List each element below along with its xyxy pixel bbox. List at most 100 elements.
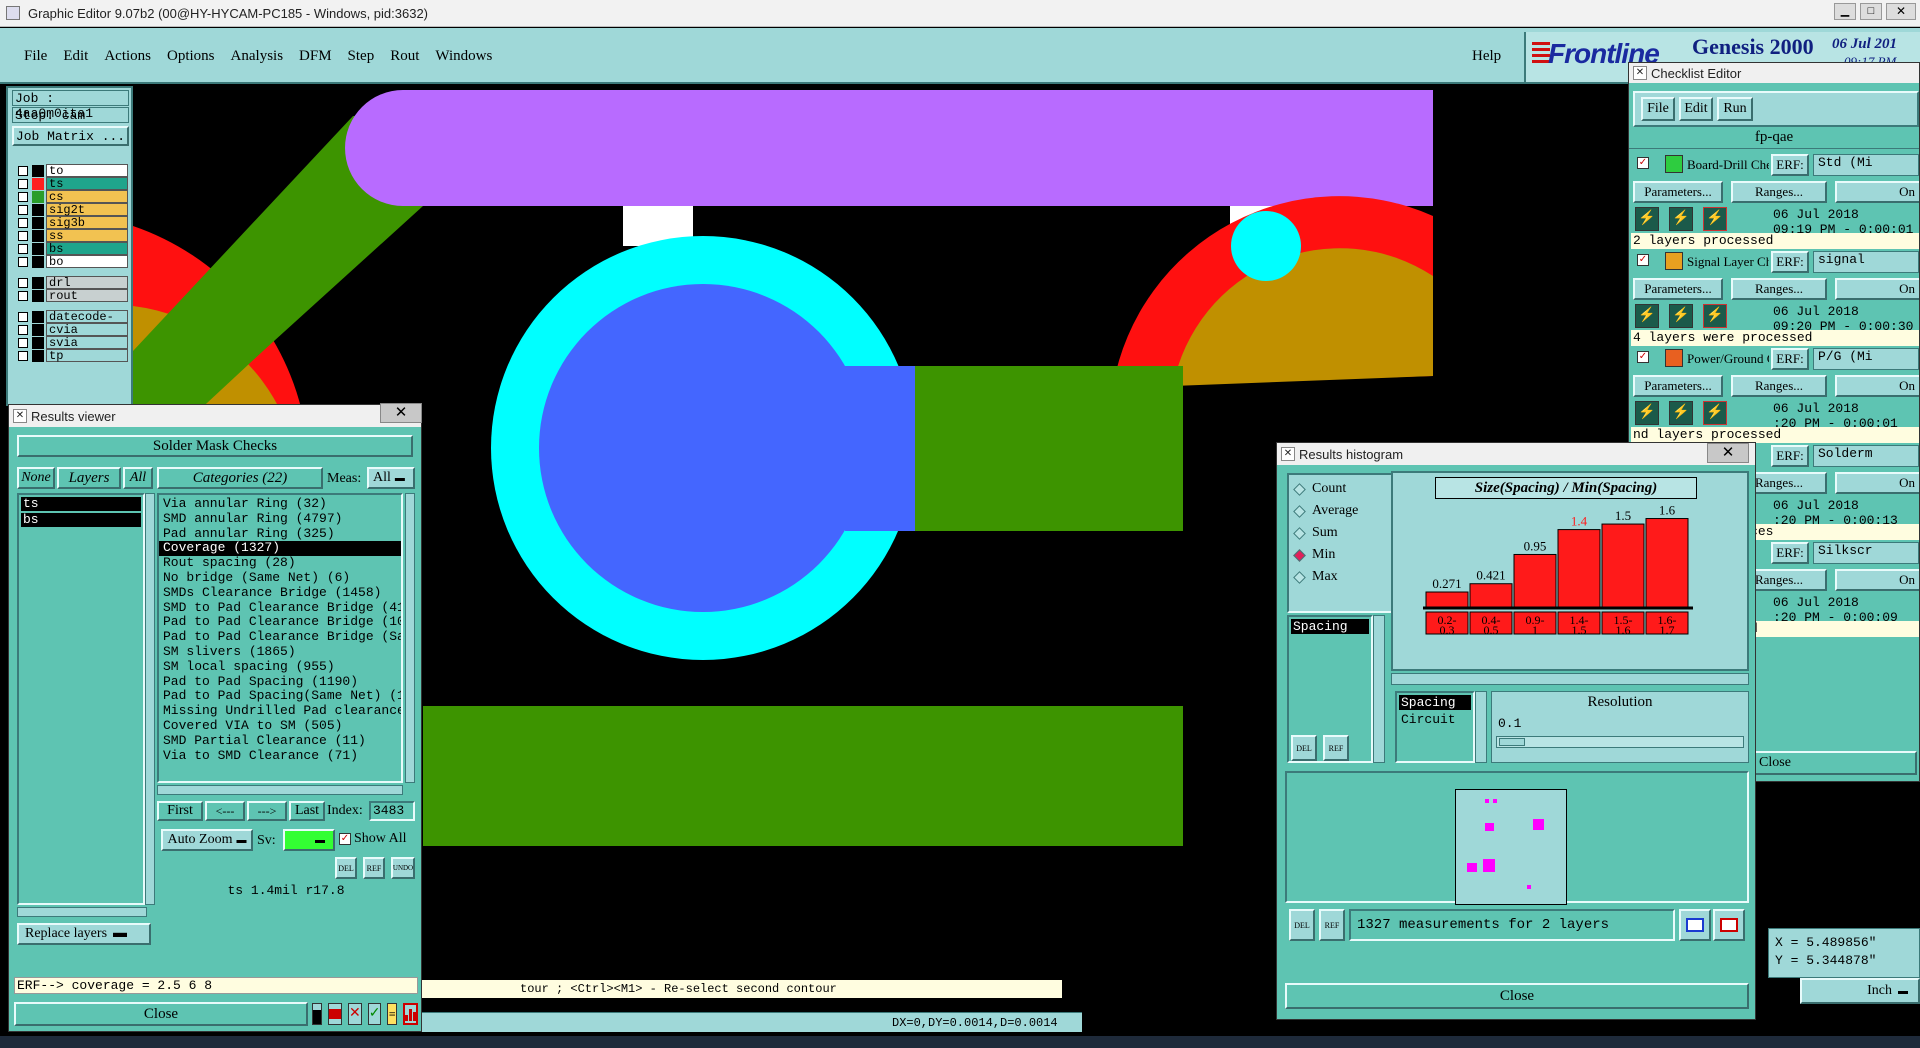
run-icon[interactable]: ⚡ xyxy=(1635,401,1659,425)
parameters-button[interactable]: Parameters... xyxy=(1633,278,1723,300)
check-tool-icon[interactable]: ✓ xyxy=(367,1003,382,1025)
layer-row-sig3b[interactable]: sig3b xyxy=(18,216,128,230)
menu-windows[interactable]: Windows xyxy=(435,48,492,65)
stat-option-sum[interactable]: Sum xyxy=(1293,523,1338,543)
meas-select[interactable]: All ▬ xyxy=(367,467,415,489)
layer-checkbox[interactable] xyxy=(18,217,28,228)
layer-row-svia[interactable]: svia xyxy=(18,336,128,350)
stat-option-average[interactable]: Average xyxy=(1293,501,1358,521)
maximize-button[interactable]: □ xyxy=(1860,3,1882,20)
categories-scrollbar[interactable] xyxy=(405,493,415,783)
layers-hscrollbar[interactable] xyxy=(17,907,147,917)
hist-list-item[interactable]: Spacing xyxy=(1291,619,1369,634)
histogram-bar[interactable] xyxy=(1601,523,1645,608)
layer-name[interactable]: rout xyxy=(46,289,128,303)
prev-button[interactable]: <--- xyxy=(205,801,245,821)
category-item[interactable]: SMD Partial Clearance (11) xyxy=(159,734,401,749)
menu-analysis[interactable]: Analysis xyxy=(231,48,284,65)
check-enabled-checkbox[interactable]: ✓ xyxy=(1637,254,1649,266)
check-erf-field[interactable]: Std (Mi xyxy=(1813,154,1919,176)
layer-checkbox[interactable] xyxy=(18,165,28,176)
index-field[interactable]: 3483 xyxy=(369,801,415,821)
ref-button[interactable]: REF xyxy=(363,857,385,879)
layer-row-drl[interactable]: drl xyxy=(18,276,128,290)
job-matrix-button[interactable]: Job Matrix ... xyxy=(12,126,129,146)
category-item[interactable]: Pad to Pad Spacing(Same Net) (161 xyxy=(159,689,401,704)
layer-row-tp[interactable]: tp xyxy=(18,349,128,363)
stat-option-min[interactable]: Min xyxy=(1293,545,1335,565)
layer-checkbox[interactable] xyxy=(18,290,28,301)
layer-checkbox[interactable] xyxy=(18,337,28,348)
first-button[interactable]: First xyxy=(157,801,203,821)
resolution-slider-thumb[interactable] xyxy=(1499,738,1525,746)
summary-del-button[interactable]: DEL xyxy=(1289,909,1315,941)
layer-name[interactable]: datecode-pbe xyxy=(46,310,128,337)
layer-row-ss[interactable]: ss xyxy=(18,229,128,243)
check-name[interactable]: Power/Ground C xyxy=(1687,351,1769,367)
auto-zoom-menu[interactable]: Auto Zoom ▬ xyxy=(161,829,253,851)
layer-row-to[interactable]: to xyxy=(18,164,128,178)
menu-dfm[interactable]: DFM xyxy=(299,48,332,65)
category-item[interactable]: Via to SMD Clearance (71) xyxy=(159,749,401,764)
layer-row-cs[interactable]: cs xyxy=(18,190,128,204)
delete-tool-icon[interactable]: ✕ xyxy=(348,1003,362,1025)
category-item[interactable]: No bridge (Same Net) (6) xyxy=(159,571,401,586)
category-item[interactable]: Coverage (1327) xyxy=(159,541,401,557)
category-item[interactable]: SMDs Clearance Bridge (1458) xyxy=(159,586,401,601)
layers-button[interactable]: Layers xyxy=(57,467,121,489)
check-erf-field[interactable]: Solderm xyxy=(1813,445,1919,467)
layer-name[interactable]: svia xyxy=(46,336,128,350)
layer-row-datecode-pbe[interactable]: datecode-pbe xyxy=(18,310,128,337)
layer-checkbox[interactable] xyxy=(18,178,28,189)
layer-checkbox[interactable] xyxy=(18,191,28,202)
category-item[interactable]: SM slivers (1865) xyxy=(159,645,401,660)
run-icon[interactable]: ⚡ xyxy=(1703,207,1727,231)
ranges-button[interactable]: Ranges... xyxy=(1731,181,1827,203)
layer-name[interactable]: to xyxy=(46,164,128,178)
histogram-bar[interactable] xyxy=(1513,553,1557,608)
category-item[interactable]: Pad to Pad Spacing (1190) xyxy=(159,675,401,690)
on-button[interactable]: On xyxy=(1835,278,1919,300)
check-erf-field[interactable]: signal xyxy=(1813,251,1919,273)
category-item[interactable]: Rout spacing (28) xyxy=(159,556,401,571)
record-tool-icon[interactable] xyxy=(328,1003,342,1025)
hist-ref-button[interactable]: REF xyxy=(1323,735,1349,761)
parameters-button[interactable]: Parameters... xyxy=(1633,375,1723,397)
histogram-bar[interactable] xyxy=(1645,518,1689,608)
layer-checkbox[interactable] xyxy=(18,311,28,322)
layer-name[interactable]: sig3b xyxy=(46,216,128,230)
run-icon[interactable]: ⚡ xyxy=(1669,207,1693,231)
layer-name[interactable]: ts xyxy=(46,177,128,191)
layer-checkbox[interactable] xyxy=(18,256,28,267)
layer-name[interactable]: tp xyxy=(46,349,128,363)
export-icon[interactable] xyxy=(1679,909,1711,941)
category-item[interactable]: Missing Undrilled Pad clearance ( xyxy=(159,704,401,719)
chart-hscrollbar[interactable] xyxy=(1391,673,1749,685)
category-item[interactable]: Pad to Pad Clearance Bridge (Same xyxy=(159,630,401,645)
check-name[interactable]: Board-Drill Che xyxy=(1687,157,1769,173)
category-item[interactable]: Covered VIA to SM (505) xyxy=(159,719,401,734)
on-button[interactable]: On xyxy=(1835,569,1919,591)
graph-icon[interactable] xyxy=(1713,909,1745,941)
last-button[interactable]: Last xyxy=(289,801,325,821)
cl-menu-file[interactable]: File xyxy=(1641,97,1675,121)
menu-help[interactable]: Help xyxy=(1472,48,1501,65)
close-window-button[interactable]: ✕ xyxy=(1886,3,1916,20)
layer-name[interactable]: ss xyxy=(46,229,128,243)
menu-file[interactable]: File xyxy=(24,48,47,65)
all-button[interactable]: All xyxy=(123,467,153,489)
type-list-scrollbar[interactable] xyxy=(1475,691,1487,763)
layer-row-bs[interactable]: bs xyxy=(18,242,128,256)
resolution-slider[interactable] xyxy=(1496,736,1744,748)
run-icon[interactable]: ⚡ xyxy=(1669,304,1693,328)
next-button[interactable]: ---> xyxy=(247,801,287,821)
notes-tool-icon[interactable]: ≡ xyxy=(387,1003,397,1025)
layer-checkbox[interactable] xyxy=(18,324,28,335)
menu-rout[interactable]: Rout xyxy=(390,48,419,65)
category-item[interactable]: SMD to Pad Clearance Bridge (416) xyxy=(159,601,401,616)
histogram-close-button[interactable]: Close xyxy=(1285,983,1749,1009)
type-spacing[interactable]: Spacing xyxy=(1399,695,1471,710)
categories-button[interactable]: Categories (22) xyxy=(157,467,323,489)
sv-color-select[interactable]: ▬ xyxy=(283,829,335,851)
show-all-checkbox[interactable]: ✓ xyxy=(339,833,351,845)
